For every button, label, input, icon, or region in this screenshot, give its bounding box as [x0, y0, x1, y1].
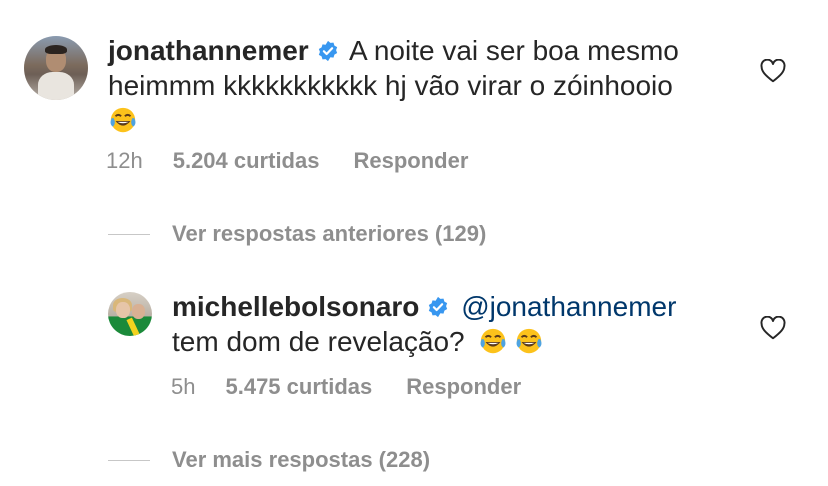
- comment-line-2: tem dom de revelação?: [172, 325, 676, 363]
- verified-badge-icon: [427, 292, 449, 325]
- username-link[interactable]: michellebolsonaro: [172, 291, 419, 322]
- verified-badge-icon: [317, 36, 339, 69]
- view-more-replies-button[interactable]: Ver mais respostas (228): [108, 447, 430, 473]
- divider-line: [108, 233, 150, 235]
- avatar-jonathannemer[interactable]: [24, 36, 88, 100]
- comment-text-line: tem dom de revelação?: [172, 326, 465, 357]
- reply-button[interactable]: Responder: [353, 148, 468, 174]
- reply-button[interactable]: Responder: [406, 374, 521, 400]
- tears-of-joy-emoji-icon: [478, 326, 508, 363]
- comment-michellebolsonaro: michellebolsonaro @jonathannemer tem dom…: [172, 290, 676, 363]
- tears-of-joy-emoji-icon: [108, 105, 138, 142]
- comment-meta: 12h 5.204 curtidas Responder: [106, 148, 468, 174]
- comment-line-1: jonathannemer A noite vai ser boa mesmo: [108, 34, 679, 69]
- view-previous-replies-button[interactable]: Ver respostas anteriores (129): [108, 221, 486, 247]
- heart-outline-icon[interactable]: [760, 316, 786, 340]
- likes-count-button[interactable]: 5.475 curtidas: [225, 374, 372, 400]
- username-link[interactable]: jonathannemer: [108, 35, 309, 66]
- comment-text-line: A noite vai ser boa mesmo: [348, 35, 679, 66]
- likes-count-button[interactable]: 5.204 curtidas: [173, 148, 320, 174]
- avatar-michellebolsonaro[interactable]: [108, 292, 152, 336]
- comment-time: 12h: [106, 148, 143, 173]
- comment-jonathannemer: jonathannemer A noite vai ser boa mesmo …: [108, 34, 679, 142]
- view-more-replies-label: Ver mais respostas (228): [172, 447, 431, 472]
- comment-meta: 5h 5.475 curtidas Responder: [171, 374, 521, 400]
- divider-line: [108, 459, 150, 461]
- heart-outline-icon[interactable]: [760, 59, 786, 83]
- comment-line-3: [108, 104, 679, 142]
- comment-line-2: heimmm kkkkkkkkkkk hj vão virar o zóinho…: [108, 70, 673, 101]
- tears-of-joy-emoji-icon: [514, 326, 544, 363]
- view-previous-replies-label: Ver respostas anteriores (129): [172, 221, 487, 246]
- comments-thread: jonathannemer A noite vai ser boa mesmo …: [0, 0, 828, 486]
- comment-time: 5h: [171, 374, 196, 399]
- comment-line-1: michellebolsonaro @jonathannemer: [172, 290, 676, 325]
- mention-link[interactable]: @jonathannemer: [461, 291, 676, 322]
